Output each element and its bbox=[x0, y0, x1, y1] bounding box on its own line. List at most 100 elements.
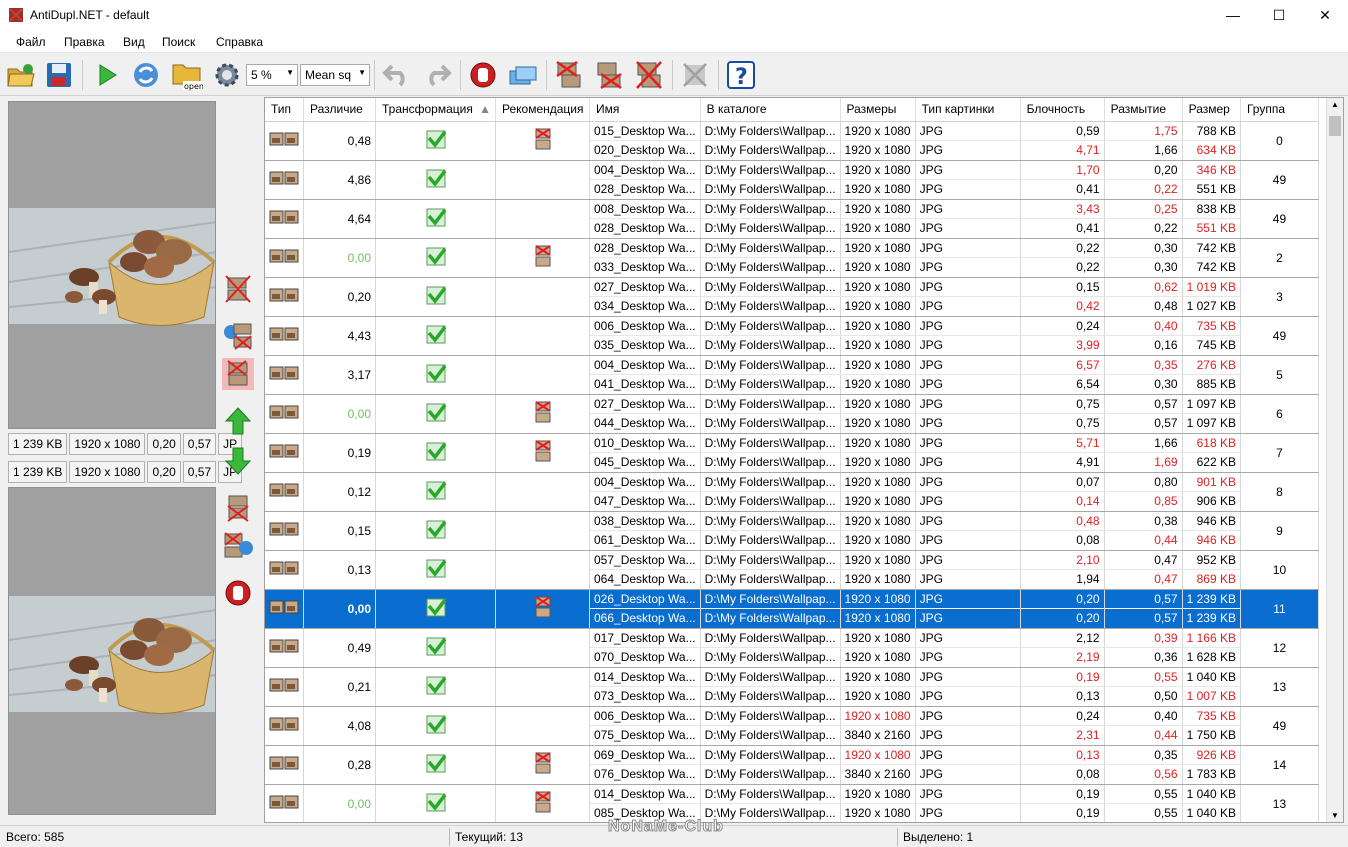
size-cell: 1 040 KB bbox=[1182, 803, 1241, 822]
options-button[interactable] bbox=[210, 58, 244, 92]
open-list-button[interactable]: open bbox=[170, 58, 204, 92]
col-image-type[interactable]: Тип картинки bbox=[915, 98, 1021, 122]
chevron-down-icon: ▼ bbox=[358, 68, 366, 77]
table-row[interactable]: 0,21 014_Desktop Wa... D:\My Folders\Wallp… bbox=[265, 667, 1319, 707]
table-row[interactable]: 0,13 057_Desktop Wa... D:\My Folders\Wallp… bbox=[265, 550, 1319, 590]
menu-view[interactable]: Вид bbox=[123, 35, 145, 49]
delete-first-button[interactable] bbox=[552, 58, 586, 92]
name-cell: 076_Desktop Wa... bbox=[589, 764, 701, 785]
blockiness-cell: 2,31 bbox=[1020, 725, 1105, 746]
difference-cell: 0,00 bbox=[303, 238, 376, 278]
col-directory[interactable]: В каталоге bbox=[700, 98, 841, 122]
folders-button[interactable] bbox=[506, 58, 540, 92]
size-cell: 742 KB bbox=[1182, 257, 1241, 278]
type-cell bbox=[265, 277, 304, 317]
table-row[interactable]: 3,17 004_Desktop Wa... D:\My Folders\Wallp… bbox=[265, 355, 1319, 395]
table-row[interactable]: 4,86 004_Desktop Wa... D:\My Folders\Wallp… bbox=[265, 160, 1319, 200]
open-folder-button[interactable] bbox=[4, 58, 38, 92]
directory-cell: D:\My Folders\Wallpap... bbox=[700, 433, 841, 453]
vertical-scrollbar[interactable]: ▲ ▼ bbox=[1326, 98, 1343, 822]
directory-cell: D:\My Folders\Wallpap... bbox=[700, 472, 841, 492]
delete-second-action[interactable] bbox=[222, 491, 254, 523]
rename-first-action[interactable] bbox=[222, 319, 254, 351]
table-row[interactable]: 0,15 038_Desktop Wa... D:\My Folders\Wallp… bbox=[265, 511, 1319, 551]
blockiness-cell: 5,71 bbox=[1020, 433, 1105, 453]
table-row[interactable]: 4,43 006_Desktop Wa... D:\My Folders\Wallp… bbox=[265, 316, 1319, 356]
size-cell: 1 166 KB bbox=[1182, 628, 1241, 648]
rename-second-action[interactable] bbox=[222, 529, 254, 561]
table-row[interactable]: 4,08 006_Desktop Wa... D:\My Folders\Wallp… bbox=[265, 706, 1319, 746]
table-row[interactable]: 0,28 069_Desktop Wa... D:\My Folders\Wallp… bbox=[265, 745, 1319, 785]
delete-second-icon bbox=[534, 245, 551, 267]
delete-first-action[interactable] bbox=[222, 273, 254, 305]
menu-file[interactable]: Файл bbox=[16, 35, 46, 49]
minimize-button[interactable]: — bbox=[1210, 0, 1256, 31]
recommendation-cell bbox=[495, 355, 590, 395]
second-image-preview bbox=[8, 487, 216, 815]
size-value: 551 KB bbox=[1196, 221, 1236, 236]
blockiness-value: 1,94 bbox=[1076, 572, 1100, 587]
size-cell: 952 KB bbox=[1182, 550, 1241, 570]
bluring-cell: 0,57 bbox=[1104, 413, 1183, 434]
table-row[interactable]: 0,20 027_Desktop Wa... D:\My Folders\Wallp… bbox=[265, 277, 1319, 317]
next-button[interactable] bbox=[222, 445, 254, 477]
table-row[interactable]: 0,00 028_Desktop Wa... D:\My Folders\Wallp… bbox=[265, 238, 1319, 278]
col-group[interactable]: Группа bbox=[1240, 98, 1319, 122]
delete-both-button[interactable] bbox=[632, 58, 666, 92]
dimensions-value: 1920 x 1080 bbox=[844, 806, 911, 821]
col-recommendation[interactable]: Рекомендация bbox=[495, 98, 590, 122]
previous-button[interactable] bbox=[222, 405, 254, 437]
table-row[interactable]: 0,48 015_Desktop Wa... D:\My Folders\Wallp… bbox=[265, 121, 1319, 161]
redo-button[interactable] bbox=[420, 58, 454, 92]
image-type-cell: JPG bbox=[915, 394, 1021, 414]
table-row[interactable]: 0,12 004_Desktop Wa... D:\My Folders\Wallp… bbox=[265, 472, 1319, 512]
directory-cell: D:\My Folders\Wallpap... bbox=[700, 296, 841, 317]
menu-edit[interactable]: Правка bbox=[64, 35, 105, 49]
col-bluring[interactable]: Размытие bbox=[1104, 98, 1183, 122]
table-row[interactable]: 0,00 014_Desktop Wa... D:\My Folders\Wallp… bbox=[265, 784, 1319, 822]
table-row[interactable]: 0,19 010_Desktop Wa... D:\My Folders\Wallp… bbox=[265, 433, 1319, 473]
dimensions-cell: 1920 x 1080 bbox=[840, 413, 916, 434]
threshold-select[interactable]: 5 % ▼ bbox=[246, 64, 298, 86]
col-type[interactable]: Тип bbox=[265, 98, 304, 122]
mistake-button[interactable] bbox=[678, 58, 712, 92]
col-name[interactable]: Имя bbox=[589, 98, 701, 122]
scrollbar-thumb[interactable] bbox=[1329, 116, 1341, 136]
table-row[interactable]: 0,00 027_Desktop Wa... D:\My Folders\Wallp… bbox=[265, 394, 1319, 434]
delete-second-button[interactable] bbox=[592, 58, 626, 92]
dimensions-cell: 1920 x 1080 bbox=[840, 706, 916, 726]
bluring-cell: 0,55 bbox=[1104, 784, 1183, 804]
size-cell: 346 KB bbox=[1182, 160, 1241, 180]
file-size: 1 239 KB bbox=[8, 433, 68, 455]
delete-both-action[interactable] bbox=[222, 358, 254, 390]
mistake-action[interactable] bbox=[222, 577, 254, 609]
save-button[interactable] bbox=[42, 58, 76, 92]
col-transform[interactable]: Трансформация ▲ bbox=[375, 98, 496, 122]
undo-button[interactable] bbox=[380, 58, 414, 92]
scroll-up-icon[interactable]: ▲ bbox=[1331, 100, 1339, 109]
size-cell: 618 KB bbox=[1182, 433, 1241, 453]
close-button[interactable]: ✕ bbox=[1302, 0, 1348, 31]
scroll-down-icon[interactable]: ▼ bbox=[1331, 811, 1339, 820]
start-search-button[interactable] bbox=[90, 58, 124, 92]
dimensions-cell: 1920 x 1080 bbox=[840, 511, 916, 531]
help-button[interactable]: ? bbox=[724, 58, 758, 92]
col-size[interactable]: Размер bbox=[1182, 98, 1241, 122]
maximize-button[interactable]: ☐ bbox=[1256, 0, 1302, 31]
algorithm-select[interactable]: Mean sq ▼ bbox=[300, 64, 370, 86]
difference-cell: 0,00 bbox=[303, 589, 376, 629]
stop-button[interactable] bbox=[466, 58, 500, 92]
refresh-button[interactable] bbox=[129, 58, 163, 92]
menu-help[interactable]: Справка bbox=[216, 35, 263, 49]
table-row[interactable]: 4,64 008_Desktop Wa... D:\My Folders\Wallp… bbox=[265, 199, 1319, 239]
table-row[interactable]: 0,00 026_Desktop Wa... D:\My Folders\Wallp… bbox=[265, 589, 1319, 629]
dimensions-value: 1920 x 1080 bbox=[844, 279, 911, 294]
col-dimensions[interactable]: Размеры bbox=[840, 98, 916, 122]
col-difference[interactable]: Различие bbox=[303, 98, 376, 122]
menu-search[interactable]: Поиск bbox=[162, 35, 195, 49]
col-blockiness[interactable]: Блочность bbox=[1020, 98, 1105, 122]
size-value: 735 KB bbox=[1196, 708, 1236, 723]
table-row[interactable]: 0,49 017_Desktop Wa... D:\My Folders\Wallp… bbox=[265, 628, 1319, 668]
image-type-cell: JPG bbox=[915, 199, 1021, 219]
group-cell: 49 bbox=[1240, 199, 1319, 239]
